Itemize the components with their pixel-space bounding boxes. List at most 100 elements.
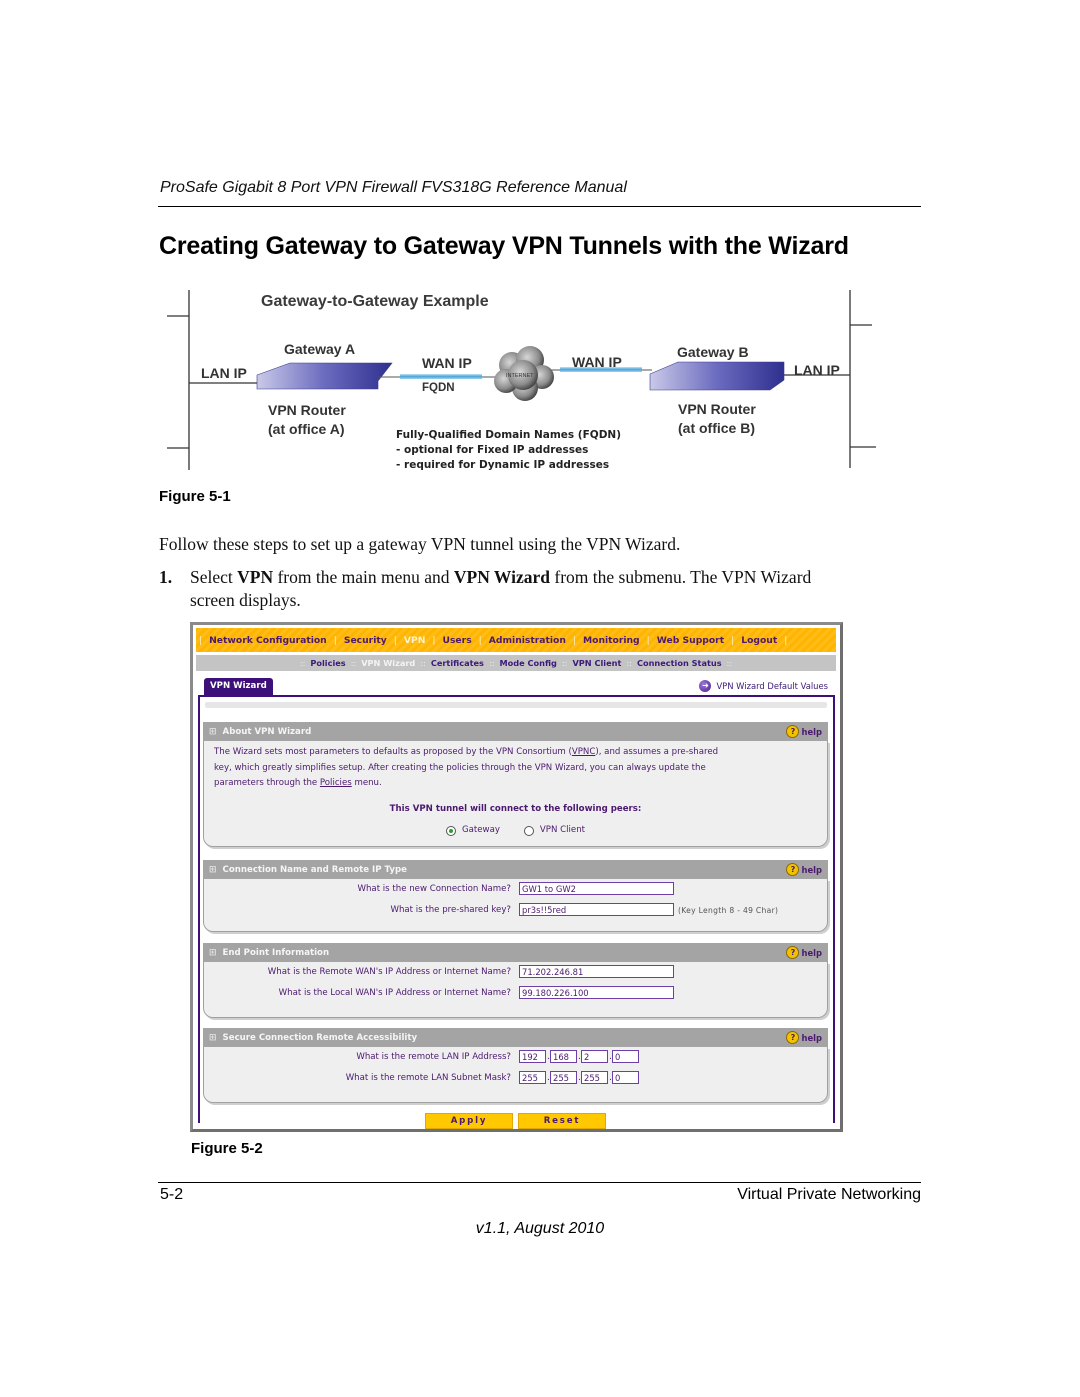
arrow-right-circle-icon: ➜ (699, 680, 712, 692)
menu-network-configuration[interactable]: Network Configuration (209, 635, 327, 646)
policies-link[interactable]: Policies (320, 778, 352, 788)
connection-header: ⊞ Connection Name and Remote IP Type ? hel… (203, 860, 828, 879)
help-link-endpoint[interactable]: ? help (786, 946, 822, 959)
connection-title: Connection Name and Remote IP Type (222, 864, 407, 875)
remote-wan-row: What is the Remote WAN's IP Address or I… (204, 962, 827, 983)
preshared-key-input[interactable]: pr3s!!5red (519, 903, 674, 916)
help-link-about[interactable]: ? help (786, 725, 822, 738)
endpoint-body: What is the Remote WAN's IP Address or I… (203, 962, 828, 1018)
preshared-key-row: What is the pre-shared key? pr3s!!5red (… (204, 900, 827, 921)
router-a-line2: (at office A) (268, 421, 345, 437)
endpoint-section: ⊞ End Point Information ? help What is the… (203, 943, 828, 1018)
menu-vpn[interactable]: VPN (404, 635, 426, 646)
local-wan-label: What is the Local WAN's IP Address or In… (278, 988, 511, 998)
about-line-2: key, which greatly simplifies setup. Aft… (214, 762, 706, 773)
submenu-mode-config[interactable]: Mode Config (499, 658, 556, 668)
radio-gateway[interactable]: Gateway (445, 823, 500, 839)
help-label: help (801, 726, 822, 737)
menu-web-support[interactable]: Web Support (657, 635, 724, 646)
step-1-line2: screen displays. (190, 590, 301, 610)
radio-vpn-client-label: VPN Client (539, 825, 586, 835)
menu-security[interactable]: Security (344, 635, 387, 646)
submenu-policies[interactable]: Policies (310, 658, 345, 668)
key-length-hint: (Key Length 8 - 49 Char) (678, 906, 779, 915)
internet-label: INTERNET (506, 373, 534, 379)
main-menu: | Network Configuration | Security | VPN | … (196, 628, 836, 652)
help-label: help (801, 1032, 822, 1043)
mask-octet-1[interactable]: 255 (519, 1071, 546, 1084)
fqdn-note-line2: - required for Dynamic IP addresses (396, 459, 610, 471)
remote-wan-input[interactable]: 71.202.246.81 (519, 965, 674, 978)
menu-monitoring[interactable]: Monitoring (583, 635, 640, 646)
connection-name-input[interactable]: GW1 to GW2 (519, 882, 674, 895)
help-link-secure[interactable]: ? help (786, 1031, 822, 1044)
mask-octet-2[interactable]: 255 (550, 1071, 577, 1084)
grid-icon: ⊞ (209, 864, 217, 875)
secure-body: What is the remote LAN IP Address? 192 .… (203, 1047, 828, 1103)
mask-octet-4[interactable]: 0 (612, 1071, 639, 1084)
grid-icon: ⊞ (209, 726, 217, 737)
header-rule (158, 206, 921, 207)
remote-mask-row: What is the remote LAN Subnet Mask? 255 … (204, 1068, 827, 1089)
grid-icon: ⊞ (209, 947, 217, 958)
submenu-vpn-wizard[interactable]: VPN Wizard (361, 658, 415, 668)
help-icon: ? (786, 863, 800, 876)
secure-title: Secure Connection Remote Accessibility (222, 1032, 418, 1043)
radio-selected-icon (445, 825, 456, 836)
submenu-connection-status[interactable]: Connection Status (637, 658, 722, 668)
chapter-name: Virtual Private Networking (737, 1186, 921, 1203)
sub-menu: :: Policies:: VPN Wizard:: Certificates:… (196, 655, 836, 671)
endpoint-header: ⊞ End Point Information ? help (203, 943, 828, 962)
vpn-wizard-default-values-link[interactable]: ➜ VPN Wizard Default Values (699, 680, 828, 692)
page-number: 5-2 (160, 1186, 184, 1203)
about-text: The Wizard sets most parameters to defau… (204, 741, 827, 853)
lan-ip-octet-3[interactable]: 2 (581, 1050, 608, 1063)
step-number: 1. (159, 567, 173, 587)
peer-radio-group: Gateway VPN Client (214, 823, 817, 849)
fqdn-note-title: Fully-Qualified Domain Names (FQDN) (396, 429, 622, 441)
help-label: help (801, 864, 822, 875)
diagram-title: Gateway-to-Gateway Example (261, 293, 489, 310)
mask-octet-3[interactable]: 255 (581, 1071, 608, 1084)
connection-name-row: What is the new Connection Name? GW1 to … (204, 879, 827, 900)
local-wan-input[interactable]: 99.180.226.100 (519, 986, 674, 999)
menu-logout[interactable]: Logout (741, 635, 777, 646)
router-a-icon (256, 362, 393, 390)
submenu-vpn-client[interactable]: VPN Client (572, 658, 621, 668)
router-a-line1: VPN Router (268, 402, 346, 418)
about-title: About VPN Wizard (222, 726, 312, 737)
apply-button[interactable]: Apply (425, 1113, 513, 1129)
endpoint-title: End Point Information (222, 947, 330, 958)
radio-gateway-label: Gateway (461, 825, 500, 835)
defaults-link-label: VPN Wizard Default Values (716, 681, 828, 691)
vpnc-link[interactable]: VPNC (572, 747, 596, 757)
step-1: 1. Select VPN from the main menu and VPN… (159, 567, 899, 610)
preshared-key-label: What is the pre-shared key? (390, 905, 511, 915)
step-1-text: Select VPN from the main menu and VPN Wi… (190, 567, 811, 588)
lan-ip-octet-2[interactable]: 168 (550, 1050, 577, 1063)
submenu-certificates[interactable]: Certificates (431, 658, 484, 668)
router-b-line2: (at office B) (678, 420, 755, 436)
fqdn-label: FQDN (422, 382, 455, 394)
help-icon: ? (786, 1031, 800, 1044)
help-icon: ? (786, 725, 800, 738)
menu-administration[interactable]: Administration (489, 635, 566, 646)
secure-section: ⊞ Secure Connection Remote Accessibility … (203, 1028, 828, 1103)
tab-vpn-wizard[interactable]: VPN Wizard (204, 678, 273, 695)
menu-users[interactable]: Users (443, 635, 472, 646)
figure-1-caption: Figure 5-1 (159, 488, 231, 505)
version-label: v1.1, August 2010 (475, 1220, 605, 1237)
remote-mask-label: What is the remote LAN Subnet Mask? (345, 1073, 511, 1083)
step-text-pre: Select (190, 567, 238, 587)
lan-ip-octet-1[interactable]: 192 (519, 1050, 546, 1063)
help-link-connection[interactable]: ? help (786, 863, 822, 876)
help-label: help (801, 947, 822, 958)
connection-name-label: What is the new Connection Name? (357, 884, 511, 894)
intro-paragraph: Follow these steps to set up a gateway V… (159, 534, 681, 554)
gateway-b-label: Gateway B (677, 344, 749, 360)
reset-button[interactable]: Reset (518, 1113, 606, 1129)
about-line-1: The Wizard sets most parameters to defau… (214, 745, 817, 761)
radio-vpn-client[interactable]: VPN Client (523, 823, 586, 839)
wan-cable-a (400, 374, 482, 379)
lan-ip-octet-4[interactable]: 0 (612, 1050, 639, 1063)
